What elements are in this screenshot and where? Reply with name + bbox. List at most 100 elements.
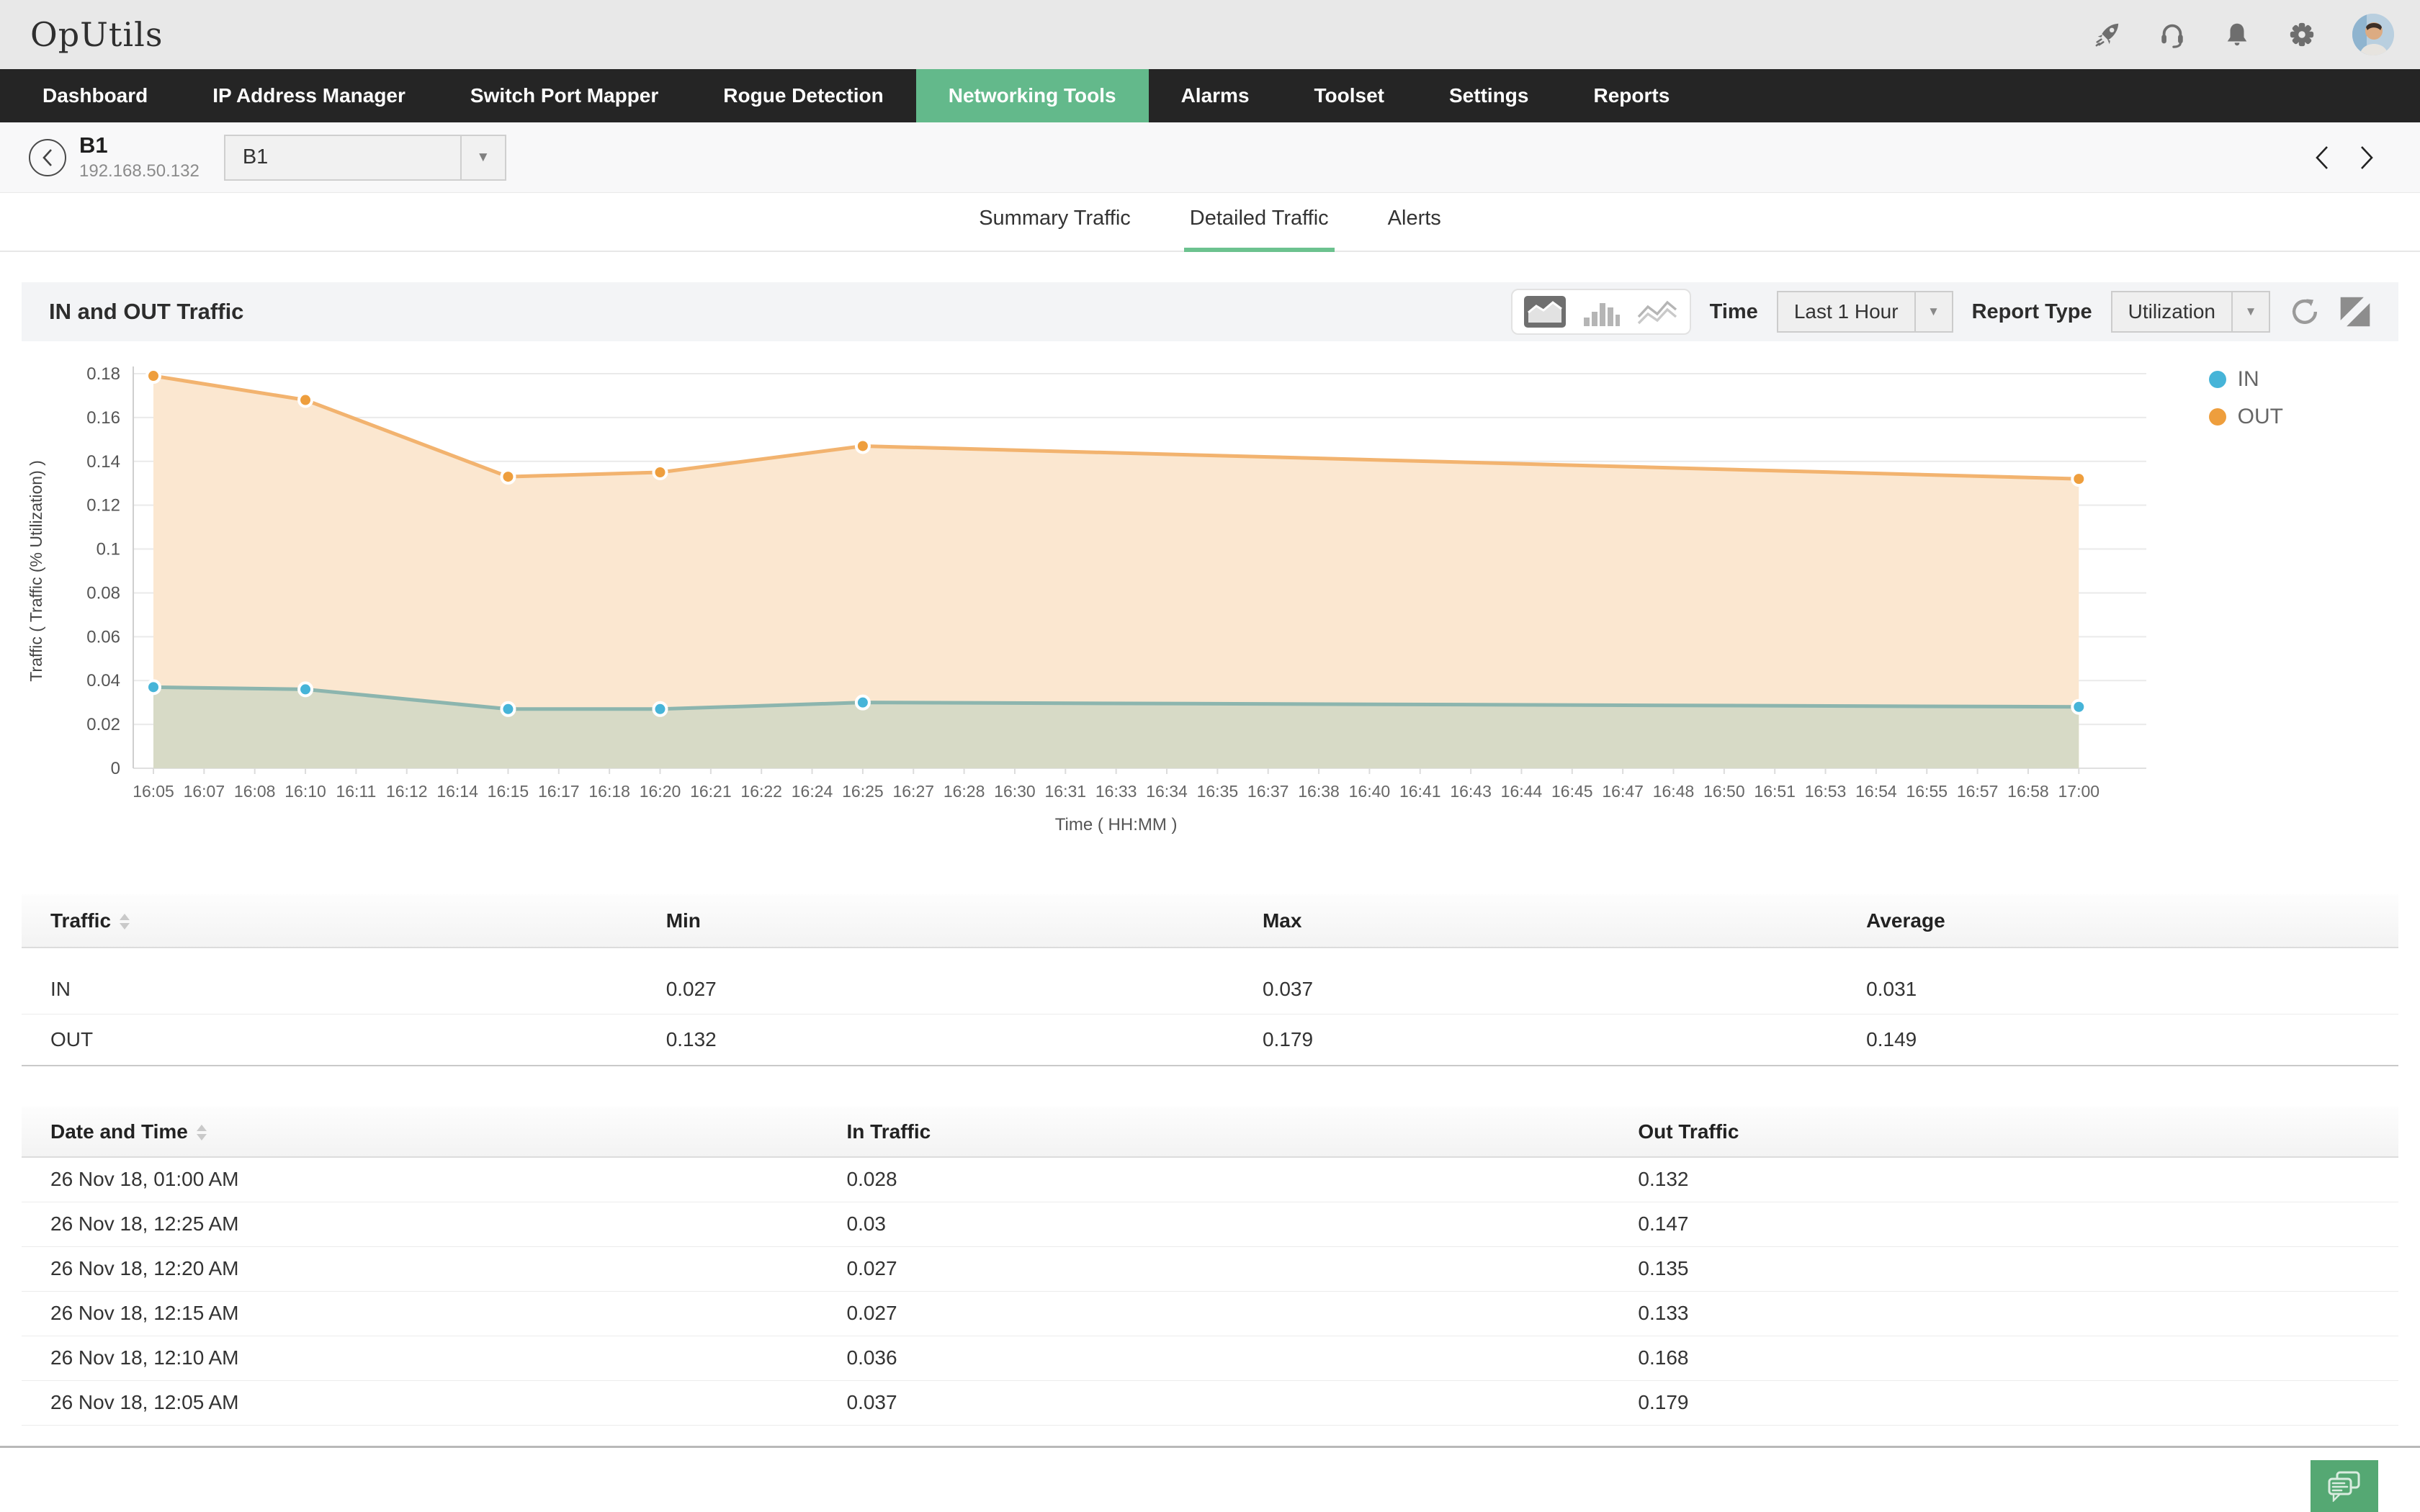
x-tick-label: 16:22 [740, 782, 782, 801]
table-cell: 26 Nov 18, 12:25 AM [22, 1202, 818, 1246]
legend-item-in[interactable]: IN [2209, 367, 2283, 392]
table-cell: IN [22, 948, 637, 1014]
nav-item-networking-tools[interactable]: Networking Tools [916, 69, 1149, 122]
legend-label-in: IN [2238, 367, 2259, 392]
x-tick-label: 16:57 [1957, 782, 1999, 801]
column-header-average: Average [1837, 894, 2398, 948]
x-tick-label: 16:38 [1298, 782, 1340, 801]
x-tick-label: 16:05 [133, 782, 174, 801]
table-row: 26 Nov 18, 01:00 AM0.0280.132 [22, 1157, 2398, 1202]
data-point-out [147, 369, 160, 382]
x-tick-label: 16:45 [1551, 782, 1593, 801]
tab-alerts[interactable]: Alerts [1382, 207, 1447, 252]
x-tick-label: 17:00 [2058, 782, 2100, 801]
chevron-down-icon: ▼ [460, 136, 505, 179]
table-cell: 0.027 [637, 948, 1234, 1014]
x-tick-label: 16:35 [1197, 782, 1239, 801]
navbar: DashboardIP Address ManagerSwitch Port M… [0, 69, 2420, 122]
nav-item-alarms[interactable]: Alarms [1149, 69, 1282, 122]
table-cell: OUT [22, 1014, 637, 1066]
y-tick-label: 0.14 [86, 452, 120, 472]
time-range-dropdown[interactable]: Last 1 Hour ▼ [1777, 291, 1953, 333]
legend-dot-out [2209, 408, 2226, 426]
y-tick-label: 0.18 [86, 364, 120, 384]
chevron-down-icon: ▼ [2231, 292, 2269, 331]
report-type-dropdown[interactable]: Utilization ▼ [2111, 291, 2270, 333]
chart-section: 0.180.160.140.120.10.080.060.040.02016:0… [22, 341, 2398, 874]
x-axis-title: Time ( HH:MM ) [1055, 815, 1178, 834]
x-tick-label: 16:53 [1805, 782, 1847, 801]
refresh-icon[interactable] [2289, 296, 2321, 328]
x-tick-label: 16:51 [1754, 782, 1796, 801]
y-tick-label: 0.06 [86, 627, 120, 647]
nav-item-rogue-detection[interactable]: Rogue Detection [691, 69, 915, 122]
nav-item-reports[interactable]: Reports [1561, 69, 1702, 122]
area-chart-icon[interactable] [1524, 296, 1566, 328]
y-tick-label: 0 [111, 759, 120, 778]
column-header-traffic[interactable]: Traffic [22, 894, 637, 948]
nav-item-switch-port-mapper[interactable]: Switch Port Mapper [438, 69, 691, 122]
data-point-in [654, 703, 667, 716]
column-header-label: Min [666, 909, 701, 932]
y-tick-label: 0.08 [86, 583, 120, 603]
y-tick-label: 0.1 [97, 540, 120, 559]
data-point-out [501, 470, 514, 483]
x-tick-label: 16:43 [1450, 782, 1492, 801]
x-tick-label: 16:50 [1703, 782, 1745, 801]
traffic-detail-table: Date and TimeIn TrafficOut Traffic26 Nov… [22, 1107, 2398, 1426]
x-tick-label: 16:37 [1247, 782, 1289, 801]
panel-title: IN and OUT Traffic [49, 299, 243, 325]
x-tick-label: 16:20 [640, 782, 681, 801]
device-selector[interactable]: B1 ▼ [224, 135, 506, 181]
chat-button[interactable] [2311, 1460, 2378, 1512]
device-subheader: B1 192.168.50.132 B1 ▼ [0, 122, 2420, 193]
x-tick-label: 16:15 [488, 782, 529, 801]
device-name: B1 [79, 133, 200, 158]
column-header-date-and-time[interactable]: Date and Time [22, 1107, 818, 1157]
nav-item-dashboard[interactable]: Dashboard [10, 69, 180, 122]
gear-icon[interactable] [2287, 20, 2316, 49]
column-header-label: Date and Time [50, 1120, 188, 1143]
legend-dot-in [2209, 371, 2226, 388]
bell-icon[interactable] [2223, 20, 2251, 49]
nav-item-ip-address-manager[interactable]: IP Address Manager [180, 69, 438, 122]
x-tick-label: 16:54 [1855, 782, 1897, 801]
headset-icon[interactable] [2158, 20, 2187, 49]
tab-summary-traffic[interactable]: Summary Traffic [973, 207, 1137, 252]
expand-icon[interactable] [2339, 296, 2371, 328]
device-ip: 192.168.50.132 [79, 161, 200, 181]
x-tick-label: 16:55 [1906, 782, 1948, 801]
panel-header: IN and OUT Traffic Time Last 1 Hour ▼ Re… [22, 282, 2398, 341]
back-button[interactable] [29, 139, 66, 176]
bar-chart-icon[interactable] [1580, 296, 1622, 328]
nav-item-settings[interactable]: Settings [1417, 69, 1561, 122]
nav-item-toolset[interactable]: Toolset [1282, 69, 1417, 122]
table-cell: 0.03 [818, 1202, 1610, 1246]
report-type-label: Report Type [1972, 300, 2092, 324]
previous-device-button[interactable] [2313, 144, 2331, 171]
x-tick-label: 16:33 [1095, 782, 1137, 801]
column-header-min: Min [637, 894, 1234, 948]
report-type-value: Utilization [2112, 300, 2231, 323]
column-header-label: Out Traffic [1638, 1120, 1739, 1143]
data-point-out [2072, 472, 2085, 485]
tab-detailed-traffic[interactable]: Detailed Traffic [1184, 207, 1335, 252]
x-tick-label: 16:28 [944, 782, 985, 801]
table-cell: 0.031 [1837, 948, 2398, 1014]
app-logo: OpUtils [30, 15, 163, 54]
y-tick-label: 0.02 [86, 715, 120, 734]
legend-label-out: OUT [2238, 405, 2283, 429]
y-axis-title: Traffic ( Traffic (% Utilization) ) [27, 460, 45, 682]
table-row: 26 Nov 18, 12:25 AM0.030.147 [22, 1202, 2398, 1246]
line-chart-icon[interactable] [1636, 296, 1678, 328]
chart-type-selector [1511, 289, 1691, 335]
table-row: 26 Nov 18, 12:10 AM0.0360.168 [22, 1336, 2398, 1380]
user-avatar[interactable] [2352, 14, 2394, 55]
legend-item-out[interactable]: OUT [2209, 405, 2283, 429]
table-row: 26 Nov 18, 12:20 AM0.0270.135 [22, 1246, 2398, 1291]
next-device-button[interactable] [2358, 144, 2375, 171]
rocket-icon[interactable] [2093, 20, 2122, 49]
table-cell: 26 Nov 18, 01:00 AM [22, 1157, 818, 1202]
table-cell: 26 Nov 18, 12:20 AM [22, 1246, 818, 1291]
x-tick-label: 16:34 [1146, 782, 1188, 801]
